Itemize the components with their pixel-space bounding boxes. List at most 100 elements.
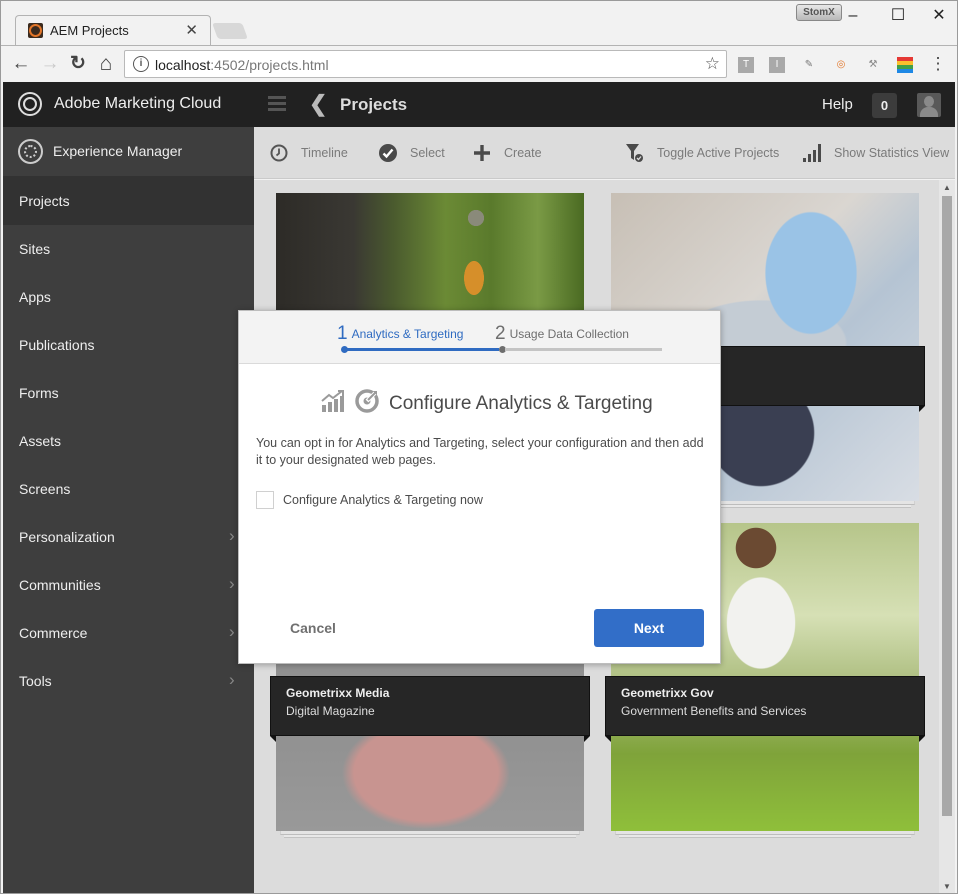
forward-icon[interactable]: → — [38, 52, 62, 76]
minimize-button[interactable]: – — [838, 5, 868, 27]
sidebar-item-label: Publications — [19, 337, 95, 353]
brand-name: Adobe Marketing Cloud — [54, 95, 222, 112]
sidebar-nav: Projects Sites Apps Publications Forms Assets… — [3, 177, 254, 705]
sidebar: Experience Manager Projects Sites Apps Publ… — [3, 127, 254, 893]
project-caption[interactable]: Geometrixx Media Digital Magazine — [270, 676, 590, 742]
create-button[interactable]: Create — [471, 142, 542, 164]
sidebar-item-label: Tools — [19, 673, 52, 689]
chevron-right-icon: › — [229, 670, 235, 689]
stripes-extension-icon[interactable] — [897, 57, 913, 73]
project-description: Digital Magazine — [286, 704, 375, 718]
notifications-badge[interactable]: 0 — [872, 93, 897, 118]
chevron-right-icon: › — [229, 622, 235, 641]
sidebar-item-publications[interactable]: Publications — [3, 321, 254, 369]
sidebar-item-label: Communities — [19, 577, 101, 593]
t-extension-icon[interactable]: T — [738, 57, 754, 73]
sidebar-item-projects[interactable]: Projects — [3, 177, 254, 225]
step-1-progress-line — [347, 348, 499, 351]
select-button[interactable]: Select — [377, 142, 445, 164]
action-bar: Timeline Select Create Toggle Active Pro… — [254, 127, 955, 179]
hamburger-menu-icon[interactable] — [268, 96, 286, 112]
bar-chart-icon — [801, 142, 823, 164]
sidebar-item-label: Screens — [19, 481, 71, 497]
cancel-button[interactable]: Cancel — [290, 620, 336, 636]
ring-extension-icon[interactable]: ◎ — [833, 57, 849, 73]
project-description: Government Benefits and Services — [621, 704, 807, 718]
show-statistics-view-button[interactable]: Show Statistics View — [801, 142, 949, 164]
sidebar-item-commerce[interactable]: Commerce › — [3, 609, 254, 657]
browser-menu-icon[interactable]: ⋮ — [926, 52, 950, 76]
tab-close-icon[interactable]: ✕ — [185, 21, 198, 39]
info-icon[interactable]: i — [133, 56, 149, 72]
configure-analytics-dialog: 1 Analytics & Targeting 2 Usage Data Colle… — [238, 310, 721, 664]
close-window-button[interactable]: ✕ — [924, 5, 954, 27]
sidebar-item-sites[interactable]: Sites — [3, 225, 254, 273]
help-link[interactable]: Help — [822, 96, 853, 113]
browser-tab[interactable]: AEM Projects ✕ — [15, 15, 211, 45]
next-button[interactable]: Next — [594, 609, 704, 647]
chevron-right-icon: › — [229, 574, 235, 593]
check-circle-icon — [377, 142, 399, 164]
sidebar-item-personalization[interactable]: Personalization › — [3, 513, 254, 561]
sidebar-item-screens[interactable]: Screens — [3, 465, 254, 513]
address-bar[interactable]: i localhost:4502/projects.html ☆ — [124, 50, 727, 78]
wizard-step-2[interactable]: 2 Usage Data Collection — [495, 323, 629, 345]
clipboard-extension-icon[interactable]: ✎ — [801, 57, 817, 73]
content-scrollbar[interactable]: ▲ ▼ — [939, 180, 955, 893]
tab-strip: AEM Projects ✕ StomX – ☐ ✕ — [1, 1, 957, 45]
sidebar-item-apps[interactable]: Apps — [3, 273, 254, 321]
project-title: Geometrixx Media — [286, 686, 390, 700]
browser-toolbar: ← → ↻ ⌂ i localhost:4502/projects.html ☆… — [1, 45, 957, 81]
page-title: Projects — [340, 95, 408, 114]
sidebar-item-label: Commerce — [19, 625, 88, 641]
sidebar-item-assets[interactable]: Assets — [3, 417, 254, 465]
sidebar-item-label: Assets — [19, 433, 62, 449]
marketing-cloud-logo-icon — [18, 92, 42, 116]
i-extension-icon[interactable]: I — [769, 57, 785, 73]
project-caption[interactable]: Geometrixx Gov Government Benefits and S… — [605, 676, 925, 742]
toggle-active-projects-button[interactable]: Toggle Active Projects — [624, 142, 779, 164]
sidebar-item-label: Personalization — [19, 529, 115, 545]
target-icon — [355, 389, 379, 418]
configure-now-checkbox[interactable] — [256, 491, 274, 509]
configure-now-checkbox-row[interactable]: Configure Analytics & Targeting now — [256, 491, 483, 509]
timeline-button[interactable]: Timeline — [268, 142, 348, 164]
sidebar-header-title: Experience Manager — [53, 143, 183, 159]
card-stack-edge — [619, 835, 911, 838]
sidebar-header[interactable]: Experience Manager — [3, 127, 254, 177]
sidebar-item-communities[interactable]: Communities › — [3, 561, 254, 609]
tab-title: AEM Projects — [50, 23, 129, 38]
wizard-steps: 1 Analytics & Targeting 2 Usage Data Colle… — [239, 311, 720, 364]
experience-manager-logo-icon — [18, 139, 43, 164]
project-title: Geometrixx Gov — [621, 686, 714, 700]
reload-icon[interactable]: ↻ — [66, 52, 90, 76]
home-icon[interactable]: ⌂ — [94, 52, 118, 76]
configure-now-label: Configure Analytics & Targeting now — [283, 493, 483, 507]
new-tab-button[interactable] — [212, 23, 248, 39]
filter-icon — [624, 142, 646, 164]
dialog-title: Configure Analytics & Targeting — [389, 392, 653, 414]
dialog-description: You can opt in for Analytics and Targeti… — [256, 436, 704, 467]
bookmark-star-icon[interactable]: ☆ — [705, 54, 720, 74]
maximize-button[interactable]: ☐ — [883, 5, 913, 27]
sidebar-item-tools[interactable]: Tools › — [3, 657, 254, 705]
sidebar-item-label: Forms — [19, 385, 59, 401]
chevron-right-icon: › — [229, 526, 235, 545]
url-text[interactable]: localhost:4502/projects.html — [155, 57, 329, 73]
tools-extension-icon[interactable]: ⚒ — [865, 57, 881, 73]
back-chevron-icon[interactable]: ❮ — [309, 91, 327, 117]
scrollbar-thumb[interactable] — [942, 196, 952, 816]
scroll-down-arrow-icon[interactable]: ▼ — [943, 882, 951, 891]
scroll-up-arrow-icon[interactable]: ▲ — [943, 183, 951, 192]
step-2-progress-line — [505, 348, 662, 351]
stomx-badge: StomX — [796, 4, 842, 21]
wizard-step-1[interactable]: 1 Analytics & Targeting — [337, 323, 463, 345]
sidebar-item-label: Sites — [19, 241, 51, 257]
card-stack-edge — [284, 835, 576, 838]
back-icon[interactable]: ← — [9, 52, 33, 76]
aem-favicon-icon — [28, 23, 43, 38]
browser-window: AEM Projects ✕ StomX – ☐ ✕ ← → ↻ ⌂ i loc… — [0, 0, 958, 894]
sidebar-item-forms[interactable]: Forms — [3, 369, 254, 417]
analytics-chart-icon — [321, 390, 345, 417]
user-avatar[interactable] — [917, 93, 941, 117]
